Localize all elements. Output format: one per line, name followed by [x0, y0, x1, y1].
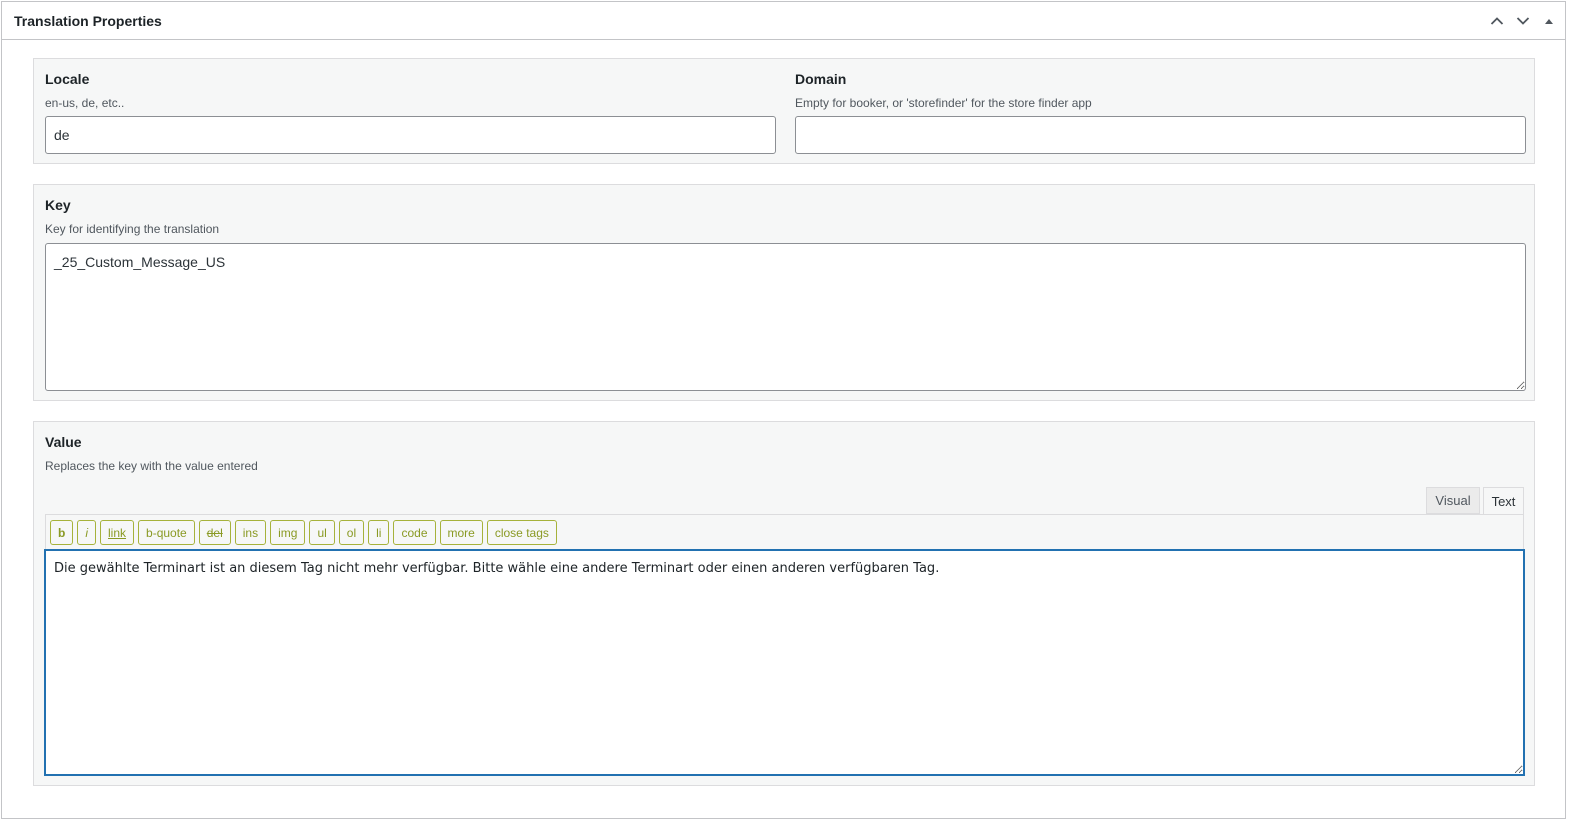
quicktags-toolbar: b i link b-quote del ins img ul ol li co…: [45, 514, 1524, 550]
qt-ins-button[interactable]: ins: [234, 520, 267, 545]
key-textarea[interactable]: _25_Custom_Message_US: [45, 243, 1526, 391]
move-down-button[interactable]: [1511, 9, 1535, 33]
locale-label: Locale: [45, 71, 90, 87]
key-label: Key: [45, 197, 71, 213]
locale-description: en-us, de, etc..: [45, 96, 125, 110]
value-label: Value: [45, 434, 82, 450]
qt-blockquote-button[interactable]: b-quote: [138, 520, 195, 545]
toggle-arrow-icon: [1545, 18, 1553, 24]
metabox-controls: [1485, 9, 1561, 33]
value-section: Value Replaces the key with the value en…: [33, 421, 1535, 786]
locale-input[interactable]: [45, 116, 776, 154]
qt-del-button[interactable]: del: [198, 520, 231, 545]
qt-link-button[interactable]: link: [100, 520, 135, 545]
move-up-button[interactable]: [1485, 9, 1509, 33]
toggle-panel-button[interactable]: [1537, 9, 1561, 33]
locale-domain-section: Locale en-us, de, etc.. Domain Empty for…: [33, 58, 1535, 164]
qt-img-button[interactable]: img: [270, 520, 306, 545]
tab-text[interactable]: Text: [1483, 487, 1524, 514]
tab-visual[interactable]: Visual: [1426, 487, 1480, 514]
value-description: Replaces the key with the value entered: [45, 459, 258, 473]
qt-more-button[interactable]: more: [439, 520, 483, 545]
qt-li-button[interactable]: li: [368, 520, 390, 545]
qt-bold-button[interactable]: b: [50, 520, 74, 545]
qt-close-tags-button[interactable]: close tags: [486, 520, 557, 545]
qt-ol-button[interactable]: ol: [338, 520, 365, 545]
key-section: Key Key for identifying the translation …: [33, 184, 1535, 401]
qt-code-button[interactable]: code: [393, 520, 436, 545]
domain-label: Domain: [795, 71, 847, 87]
domain-input[interactable]: [795, 116, 1526, 154]
domain-description: Empty for booker, or 'storefinder' for t…: [795, 96, 1092, 110]
chevron-down-icon: [1516, 16, 1530, 25]
qt-italic-button[interactable]: i: [77, 520, 97, 545]
metabox-title: Translation Properties: [14, 12, 162, 29]
value-textarea[interactable]: Die gewählte Terminart ist an diesem Tag…: [45, 550, 1524, 775]
key-description: Key for identifying the translation: [45, 222, 220, 236]
qt-ul-button[interactable]: ul: [309, 520, 335, 545]
metabox-header: Translation Properties: [2, 2, 1565, 40]
chevron-up-icon: [1490, 16, 1504, 25]
